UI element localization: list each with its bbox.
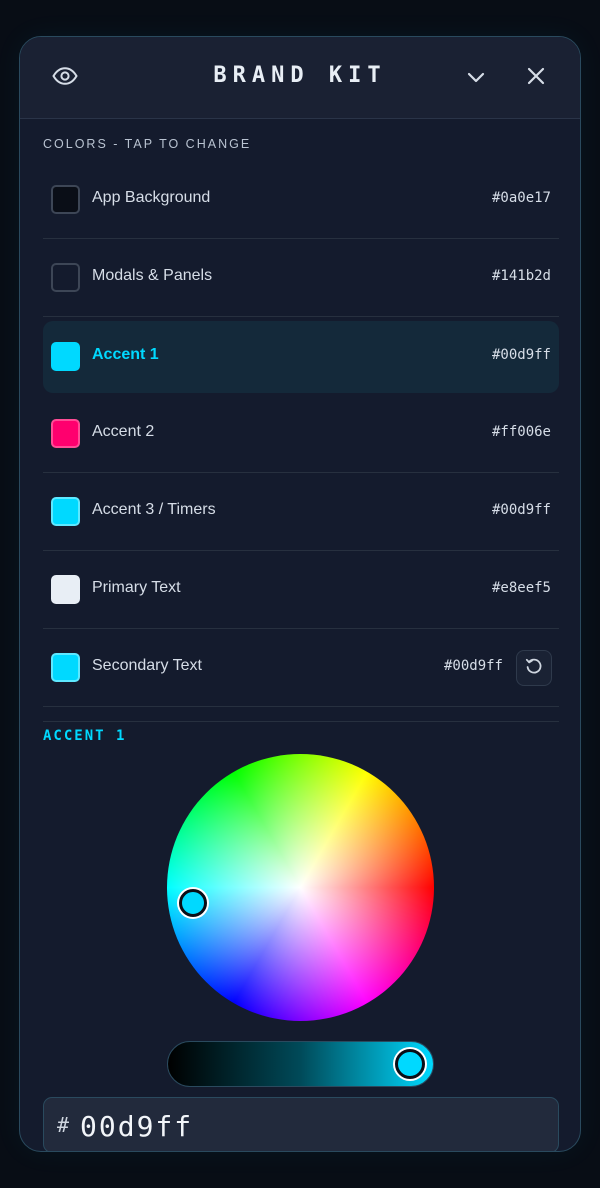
color-row-accent-1[interactable]: Accent 1 #00d9ff [43, 321, 559, 393]
color-row-hex: #00d9ff [491, 347, 551, 363]
color-list: App Background #0a0e17 Modals & Panels #… [43, 161, 559, 707]
panel-header: BRAND KIT [20, 37, 580, 119]
reset-icon [525, 657, 543, 679]
section-divider [43, 721, 559, 722]
close-button[interactable] [516, 58, 556, 98]
hex-hash-prefix: # [57, 1113, 70, 1137]
color-row-hex: #ff006e [491, 424, 551, 440]
color-swatch [51, 419, 80, 448]
color-row-accent-2[interactable]: Accent 2 #ff006e [43, 395, 559, 473]
chevron-down-icon [467, 69, 485, 88]
color-row-secondary-text[interactable]: Secondary Text #00d9ff [43, 629, 559, 707]
color-swatch [51, 185, 80, 214]
color-swatch [51, 575, 80, 604]
page-title: BRAND KIT [213, 63, 387, 88]
color-swatch [51, 653, 80, 682]
color-row-hex: #e8eef5 [491, 580, 551, 596]
color-row-hex: #141b2d [491, 268, 551, 284]
brightness-slider[interactable] [167, 1041, 434, 1087]
color-swatch [51, 263, 80, 292]
color-row-hex: #0a0e17 [491, 190, 551, 206]
colors-section-label: COLORS - TAP TO CHANGE [43, 137, 252, 151]
color-swatch [51, 497, 80, 526]
color-wheel-handle[interactable] [179, 889, 207, 917]
color-row-label: Primary Text [92, 579, 181, 596]
hex-input-field[interactable]: # [43, 1097, 559, 1151]
color-swatch [51, 342, 80, 371]
close-icon [527, 67, 545, 89]
brightness-slider-handle[interactable] [395, 1049, 425, 1079]
hex-input[interactable] [80, 1102, 540, 1150]
reset-color-button[interactable] [516, 650, 552, 686]
color-row-label: Modals & Panels [92, 267, 213, 284]
picker-title: ACCENT 1 [43, 728, 127, 744]
color-wheel[interactable] [167, 754, 434, 1021]
color-row-label: Accent 2 [92, 423, 155, 440]
color-row-primary-text[interactable]: Primary Text #e8eef5 [43, 551, 559, 629]
color-row-label: Accent 1 [92, 346, 159, 363]
color-row-label: Accent 3 / Timers [92, 501, 216, 518]
color-row-label: App Background [92, 189, 211, 206]
brand-kit-panel: BRAND KIT COLORS - TAP TO CHANGE App Bac… [19, 36, 581, 1152]
color-row-modals-panels[interactable]: Modals & Panels #141b2d [43, 239, 559, 317]
color-row-hex: #00d9ff [443, 658, 503, 674]
color-row-accent-3-timers[interactable]: Accent 3 / Timers #00d9ff [43, 473, 559, 551]
color-row-app-background[interactable]: App Background #0a0e17 [43, 161, 559, 239]
collapse-button[interactable] [456, 58, 496, 98]
color-row-hex: #00d9ff [491, 502, 551, 518]
color-row-label: Secondary Text [92, 657, 202, 674]
